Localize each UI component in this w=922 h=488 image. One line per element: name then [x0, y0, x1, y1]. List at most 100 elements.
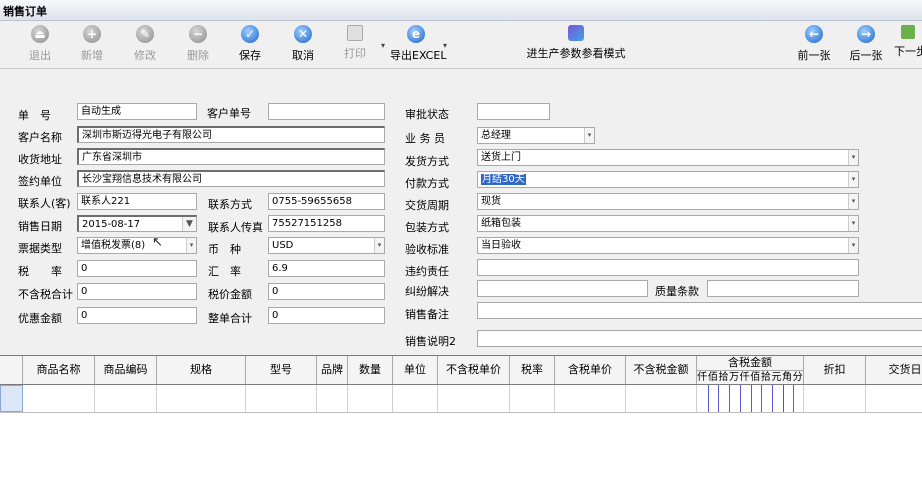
order-items-grid: 商品名称 商品编码 规格 型号 品牌 数量 单位 不含税单价 税率 含税单价 不含税金额 含税金额仟佰… [0, 355, 922, 488]
sales-desc-field[interactable] [477, 330, 922, 347]
column-header[interactable]: 税率 [510, 356, 555, 384]
sale-date-picker[interactable]: 2015-08-17 ▼ [77, 215, 197, 232]
amount-digit-label: 佰 [707, 372, 718, 383]
column-header[interactable]: 含税金额仟佰拾万仟佰拾元角分 [697, 356, 804, 384]
table-cell[interactable] [804, 385, 866, 412]
table-cell[interactable] [23, 385, 95, 412]
amount-digit-divider [718, 385, 720, 412]
table-cell[interactable] [317, 385, 348, 412]
table-cell[interactable] [626, 385, 697, 412]
total-field[interactable]: 0 [268, 307, 385, 324]
next-button[interactable]: → 后一张 [848, 25, 884, 65]
tax-rate-field[interactable]: 0 [77, 260, 197, 277]
print-dropdown-icon[interactable]: ▾ [381, 41, 385, 50]
mode-button[interactable]: 进生产参数参看模式 [525, 25, 627, 65]
column-header[interactable]: 含税单价 [555, 356, 626, 384]
contact-fax-field[interactable]: 75527151258 [268, 215, 385, 232]
pay-method-select[interactable]: 月结30天 ▾ [477, 171, 859, 188]
edit-label: 修改 [134, 49, 156, 62]
next-step-button[interactable]: 下一步 [894, 25, 922, 65]
edit-button[interactable]: ✎ 修改 [131, 25, 159, 65]
save-button[interactable]: ✓ 保存 [236, 25, 264, 65]
pay-method-value: 月结30天 [481, 174, 526, 185]
amount-digit-divider [750, 385, 752, 412]
print-button[interactable]: 打印 [341, 25, 369, 65]
delete-button[interactable]: − 删除 [184, 25, 212, 65]
chevron-down-icon: ▾ [848, 194, 858, 209]
contact-field[interactable]: 联系人221 [77, 193, 197, 210]
row-selector[interactable] [0, 385, 23, 412]
column-header[interactable]: 单位 [393, 356, 438, 384]
sales-note-field[interactable] [477, 302, 922, 319]
prev-button[interactable]: ← 前一张 [796, 25, 832, 65]
customer-name-field[interactable]: 深圳市斯迈得光电子有限公司 [77, 126, 385, 143]
column-header[interactable]: 商品编码 [95, 356, 157, 384]
currency-value: USD [272, 240, 294, 251]
minus-icon: − [189, 25, 207, 43]
column-header[interactable]: 不含税金额 [626, 356, 697, 384]
exit-label: 退出 [29, 49, 51, 62]
export-label: 导出EXCEL [390, 49, 447, 62]
table-cell[interactable] [438, 385, 510, 412]
column-header[interactable]: 商品名称 [23, 356, 95, 384]
amount-digit-label: 万 [729, 372, 740, 383]
table-cell[interactable] [393, 385, 438, 412]
column-header[interactable]: 型号 [246, 356, 317, 384]
order-no-field[interactable]: 自动生成 [77, 103, 197, 120]
exit-button[interactable]: ⏏ 退出 [26, 25, 54, 65]
customer-no-field[interactable] [268, 103, 385, 120]
amount-digit-divider [793, 385, 795, 412]
mode-label: 进生产参数参看模式 [526, 47, 626, 60]
export-excel-button[interactable]: e 导出EXCEL [390, 25, 447, 65]
amount-digit-label: 仟 [739, 372, 750, 383]
add-button[interactable]: + 新增 [78, 25, 106, 65]
column-header[interactable]: 品牌 [317, 356, 348, 384]
invoice-type-select[interactable]: 增值税发票(8) ▾ [77, 237, 197, 254]
quality-field[interactable] [707, 280, 859, 297]
address-field[interactable]: 广东省深圳市 [77, 148, 385, 165]
chevron-down-icon: ▾ [848, 150, 858, 165]
next-step-icon [901, 25, 915, 39]
column-header[interactable]: 交货日 [866, 356, 922, 384]
packing-value: 纸箱包装 [481, 218, 521, 229]
ship-method-select[interactable]: 送货上门 ▾ [477, 149, 859, 166]
exchange-rate-field[interactable]: 6.9 [268, 260, 385, 277]
column-header[interactable]: 不含税单价 [438, 356, 510, 384]
order-no-label: 单 号 [18, 109, 51, 122]
acceptance-select[interactable]: 当日验收 ▾ [477, 237, 859, 254]
table-cell[interactable] [157, 385, 246, 412]
tax-amount-field[interactable]: 0 [268, 283, 385, 300]
grid-header: 商品名称 商品编码 规格 型号 品牌 数量 单位 不含税单价 税率 含税单价 不含税金额 含税金额仟佰… [0, 356, 922, 385]
table-cell[interactable] [697, 385, 804, 412]
acceptance-label: 验收标准 [405, 243, 449, 256]
sales-desc-label: 销售说明2 [405, 335, 456, 348]
table-cell[interactable] [555, 385, 626, 412]
delivery-cycle-select[interactable]: 现货 ▾ [477, 193, 859, 210]
table-cell[interactable] [95, 385, 157, 412]
table-cell[interactable] [866, 385, 922, 412]
pretax-total-field[interactable]: 0 [77, 283, 197, 300]
approval-field[interactable] [477, 103, 550, 120]
contact-method-field[interactable]: 0755-59655658 [268, 193, 385, 210]
packing-select[interactable]: 纸箱包装 ▾ [477, 215, 859, 232]
dispute-field[interactable] [477, 280, 648, 297]
delete-label: 删除 [187, 49, 209, 62]
sign-unit-field[interactable]: 长沙宝翔信息技术有限公司 [77, 170, 385, 187]
table-cell[interactable] [348, 385, 393, 412]
column-header[interactable]: 折扣 [804, 356, 866, 384]
contact-label: 联系人(客) [18, 197, 71, 210]
cancel-button[interactable]: ✕ 取消 [289, 25, 317, 65]
amount-digit-divider [729, 385, 731, 412]
column-header[interactable]: 规格 [157, 356, 246, 384]
salesman-select[interactable]: 总经理 ▾ [477, 127, 595, 144]
table-cell[interactable] [246, 385, 317, 412]
discount-field[interactable]: 0 [77, 307, 197, 324]
table-row[interactable] [0, 385, 922, 413]
export-dropdown-icon[interactable]: ▾ [443, 41, 447, 50]
acceptance-value: 当日验收 [481, 240, 521, 251]
table-cell[interactable] [510, 385, 555, 412]
column-header[interactable]: 数量 [348, 356, 393, 384]
currency-select[interactable]: USD ▾ [268, 237, 385, 254]
breach-field[interactable] [477, 259, 859, 276]
save-label: 保存 [239, 49, 261, 62]
